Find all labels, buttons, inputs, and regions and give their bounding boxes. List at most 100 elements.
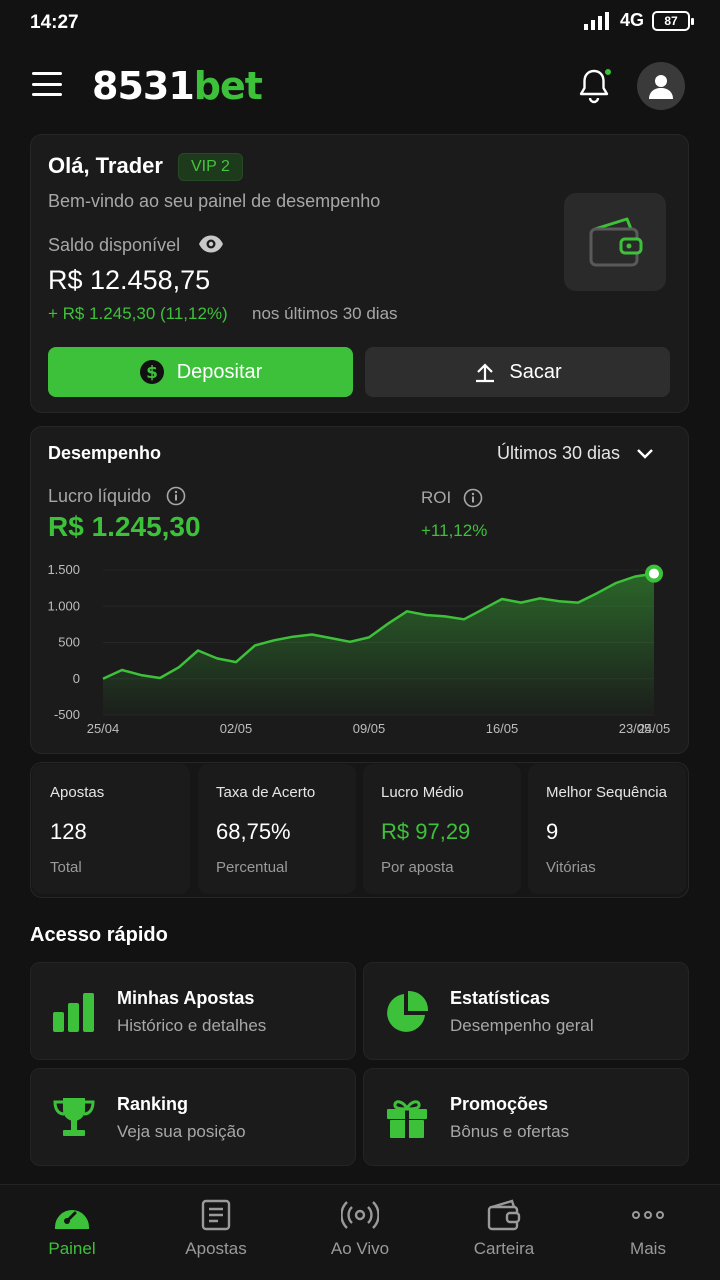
quick-promotions[interactable]: Promoções Bônus e ofertas — [363, 1068, 689, 1166]
quick-access-title: Acesso rápido — [30, 924, 168, 946]
stat-value: 9 — [546, 819, 559, 844]
balance-amount: R$ 12.458,75 — [48, 265, 211, 295]
stat-title: Apostas — [50, 784, 105, 801]
nav-label: Carteira — [473, 1239, 535, 1258]
gift-icon — [387, 1100, 427, 1138]
nav-carteira[interactable]: Carteira — [432, 1185, 576, 1280]
deposit-button[interactable]: $ Depositar — [48, 347, 353, 397]
balance-label: Saldo disponível — [48, 235, 181, 255]
upload-arrow-icon — [476, 363, 495, 383]
stat-card: Taxa de Acerto 68,75% Percentual — [198, 764, 356, 894]
status-time: 14:27 — [30, 12, 79, 33]
x-tick-label: 09/05 — [353, 721, 386, 736]
stat-value: 68,75% — [216, 819, 291, 844]
app-logo: 8531bet — [92, 64, 263, 108]
stat-title: Taxa de Acerto — [216, 784, 316, 801]
greeting: Olá, Trader — [48, 153, 163, 178]
chart-area — [103, 573, 654, 715]
eye-icon[interactable] — [198, 234, 224, 254]
bottom-navigation: Painel Apostas Ao Vivo Carteira Mais — [0, 1184, 720, 1280]
network-type: 4G — [619, 10, 644, 30]
quick-my-bets[interactable]: Minhas Apostas Histórico e detalhes — [30, 962, 356, 1060]
battery-level: 87 — [664, 13, 678, 28]
info-icon[interactable] — [166, 486, 186, 506]
menu-button[interactable] — [32, 72, 62, 96]
bar-chart-icon — [53, 993, 94, 1032]
stat-sub: Total — [50, 859, 82, 876]
period-label: Últimos 30 dias — [497, 443, 621, 463]
quick-sub: Bônus e ofertas — [450, 1122, 570, 1141]
stat-value: R$ 97,29 — [381, 819, 471, 844]
nav-label: Apostas — [185, 1239, 247, 1258]
period-selector[interactable]: Últimos 30 dias — [497, 443, 654, 464]
wallet-icon — [487, 1199, 521, 1231]
nav-apostas[interactable]: Apostas — [144, 1185, 288, 1280]
nav-mais[interactable]: Mais — [576, 1185, 720, 1280]
stat-card: Apostas 128 Total — [32, 764, 190, 894]
x-tick-label: 25/04 — [87, 721, 120, 736]
nav-ao-vivo[interactable]: Ao Vivo — [288, 1185, 432, 1280]
quick-title: Minhas Apostas — [117, 988, 255, 1008]
stat-sub: Por aposta — [381, 859, 454, 876]
wallet-widget — [564, 193, 666, 291]
performance-title: Desempenho — [48, 443, 162, 463]
performance-chart: 1.500 1.000 500 0 -500 25/04 02/05 09/05 16/05 2… — [47, 562, 671, 736]
quick-sub: Desempenho geral — [450, 1016, 594, 1035]
pie-chart-icon — [387, 990, 429, 1032]
logo-word: bet — [193, 64, 263, 108]
nav-label: Painel — [48, 1239, 96, 1258]
user-icon — [649, 75, 673, 99]
withdraw-button[interactable]: Sacar — [365, 347, 670, 397]
logo-number: 8531 — [92, 64, 195, 108]
y-tick-label: 500 — [58, 635, 80, 650]
welcome-text: Bem-vindo ao seu painel de desempenho — [48, 191, 381, 211]
stat-title: Melhor Sequência — [546, 784, 667, 801]
quick-title: Ranking — [117, 1094, 189, 1114]
status-icons: 4G 87 — [583, 10, 694, 31]
dashboard-icon — [55, 1210, 89, 1229]
more-dots-icon — [632, 1211, 664, 1219]
quick-ranking[interactable]: Ranking Veja sua posição — [30, 1068, 356, 1166]
stat-value: 128 — [50, 819, 87, 844]
live-broadcast-icon — [341, 1201, 379, 1229]
profit-label: Lucro líquido — [48, 486, 152, 506]
stat-title: Lucro Médio — [381, 784, 464, 801]
nav-painel[interactable]: Painel — [0, 1185, 144, 1280]
notification-dot — [603, 67, 613, 77]
trophy-icon — [53, 1098, 95, 1136]
quick-sub: Histórico e detalhes — [117, 1016, 267, 1035]
avatar[interactable] — [637, 62, 685, 110]
x-tick-label: 24/05 — [638, 721, 671, 736]
roi-value: +11,12% — [421, 521, 488, 540]
nav-label: Ao Vivo — [330, 1239, 390, 1258]
stat-card: Melhor Sequência 9 Vitórias — [528, 764, 686, 894]
y-tick-label: 0 — [73, 671, 80, 686]
stat-sub: Percentual — [216, 859, 288, 876]
withdraw-label: Sacar — [509, 360, 562, 383]
y-tick-label: 1.500 — [47, 562, 80, 577]
quick-sub: Veja sua posição — [117, 1122, 246, 1141]
x-tick-label: 02/05 — [220, 721, 253, 736]
stat-sub: Vitórias — [546, 859, 596, 876]
roi-label: ROI — [421, 488, 452, 507]
y-tick-label: -500 — [54, 707, 80, 722]
chart-point — [645, 564, 663, 583]
signal-icon — [583, 11, 609, 30]
dollar-coin-icon: $ — [139, 360, 164, 384]
quick-statistics[interactable]: Estatísticas Desempenho geral — [363, 962, 689, 1060]
chevron-down-icon — [637, 448, 653, 459]
battery-icon: 87 — [652, 10, 694, 31]
roi-info-icon[interactable] — [463, 488, 483, 508]
svg-text:$: $ — [146, 363, 158, 383]
nav-label: Mais — [630, 1239, 666, 1258]
profit-amount: R$ 1.245,30 — [48, 511, 201, 542]
quick-title: Estatísticas — [450, 988, 551, 1008]
vip-badge: VIP 2 — [178, 153, 243, 181]
document-icon — [201, 1199, 231, 1231]
wallet-icon — [589, 217, 643, 267]
stat-card: Lucro Médio R$ 97,29 Por aposta — [363, 764, 521, 894]
balance-change: + R$ 1.245,30 (11,12%) — [48, 304, 228, 323]
change-period: nos últimos 30 dias — [252, 304, 398, 323]
y-tick-label: 1.000 — [47, 598, 80, 613]
quick-title: Promoções — [450, 1094, 549, 1114]
